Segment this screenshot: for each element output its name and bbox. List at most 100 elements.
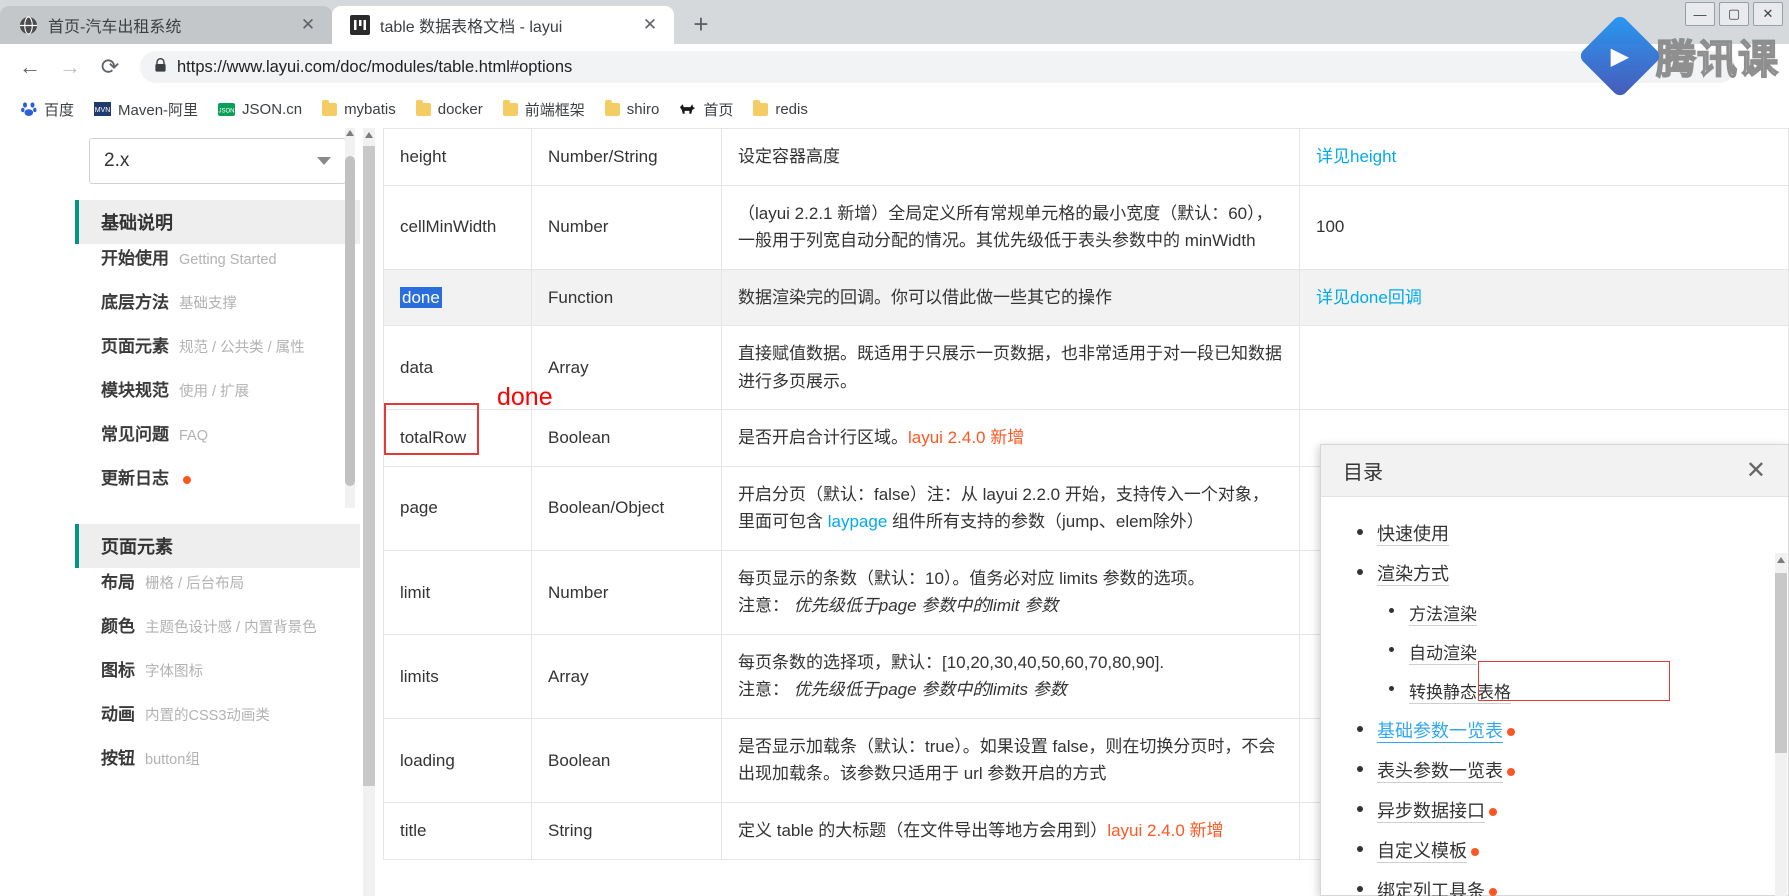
toc-item[interactable]: 自定义模板	[1321, 830, 1788, 870]
toc-item[interactable]: 基础参数一览表	[1321, 710, 1788, 750]
nav-item-label: 开始使用	[101, 249, 169, 268]
inline-link[interactable]: laypage	[828, 512, 888, 531]
sidebar-item-animation[interactable]: 动画 内置的CSS3动画类	[75, 700, 360, 744]
forward-icon[interactable]: →	[52, 49, 88, 85]
desc-text: 注意：	[738, 596, 794, 616]
minimize-button[interactable]: —	[1685, 2, 1715, 26]
toc-item[interactable]: 表头参数一览表	[1321, 750, 1788, 790]
close-window-button[interactable]: ✕	[1753, 2, 1783, 26]
toc-title: 目录	[1343, 462, 1383, 484]
toc-item[interactable]: 自动渲染	[1321, 632, 1788, 671]
close-icon[interactable]: ✕	[640, 15, 660, 35]
watermark-text: 腾讯课	[1655, 37, 1779, 83]
selected-text: done	[400, 286, 442, 308]
param-extra-cell: 详见height	[1299, 128, 1789, 186]
toc-item[interactable]: 方法渲染	[1321, 593, 1788, 632]
maximize-button[interactable]: ▢	[1719, 2, 1749, 26]
bookmark-shiro[interactable]: shiro	[597, 98, 668, 121]
bookmark-home[interactable]: 首页	[671, 96, 741, 123]
nav-item-label: 模块规范	[101, 381, 169, 400]
sidebar-item-icon[interactable]: 图标 字体图标	[75, 656, 360, 700]
desc-text: 组件所有支持的参数（jump、elem除外）	[887, 512, 1204, 532]
reload-icon[interactable]: ⟳	[92, 49, 128, 85]
browser-tab-2[interactable]: table 数据表格文档 - layui ✕	[332, 6, 674, 44]
sidebar-scrollbar[interactable]	[345, 128, 355, 508]
param-type-cell: Array	[531, 633, 722, 719]
toc-item-label: 快速使用	[1377, 524, 1449, 546]
scrollbar-thumb[interactable]	[345, 156, 355, 486]
address-bar[interactable]: https://www.layui.com/doc/modules/table.…	[140, 51, 1735, 83]
param-type-cell: Number/String	[531, 128, 722, 186]
param-name-cell: limit	[383, 549, 532, 635]
bookmark-label: shiro	[626, 100, 660, 118]
param-desc-cell: 直接赋值数据。既适用于只展示一页数据，也非常适用于对一段已知数据进行多页展示。	[721, 325, 1300, 411]
nav-group-title[interactable]: 基础说明	[75, 200, 360, 244]
bookmark-redis[interactable]: redis	[745, 98, 816, 121]
bookmark-frontend[interactable]: 前端框架	[495, 96, 593, 123]
scroll-up-arrow-icon[interactable]	[1777, 557, 1785, 563]
scroll-up-arrow-icon[interactable]	[365, 132, 373, 138]
param-desc-cell: 每页条数的选择项，默认：[10,20,30,40,50,60,70,80,90]…	[721, 633, 1300, 719]
bookmark-label: 百度	[44, 101, 75, 119]
param-name-cell: cellMinWidth	[383, 184, 532, 270]
nav-item-sub: 使用 / 扩展	[179, 384, 250, 400]
detail-link[interactable]: 详见done回调	[1316, 288, 1422, 307]
toc-item[interactable]: 快速使用	[1321, 513, 1788, 553]
tab-strip: 首页-汽车出租系统 ✕ table 数据表格文档 - layui ✕ + — ▢…	[0, 0, 1789, 44]
sidebar-item-color[interactable]: 颜色 主题色设计感 / 内置背景色	[75, 612, 360, 656]
toc-item-label: 转换静态表格	[1409, 683, 1511, 704]
toc-item[interactable]: 绑定列工具条	[1321, 870, 1788, 896]
sidebar-item-page-elements[interactable]: 页面元素 规范 / 公共类 / 属性	[75, 332, 360, 376]
version-badge: layui 2.4.0 新增	[1107, 820, 1224, 840]
toc-item[interactable]: 渲染方式	[1321, 553, 1788, 593]
desc-text: 是否开启合计行区域。	[738, 428, 908, 448]
main-scrollbar[interactable]	[363, 128, 375, 896]
version-badge: layui 2.4.0 新增	[908, 428, 1025, 448]
desc-text: 是否显示加载条（默认：true）。如果设置 false，则在切换分页时，不会出现…	[738, 736, 1276, 784]
close-icon[interactable]: ✕	[298, 15, 318, 35]
nav-item-sub: 基础支撑	[179, 296, 237, 312]
nav-group-title[interactable]: 页面元素	[75, 524, 360, 568]
new-tab-button[interactable]: +	[684, 7, 718, 41]
param-extra-cell: 详见done回调	[1299, 268, 1789, 327]
nav-item-sub: Getting Started	[179, 252, 277, 268]
scroll-up-arrow-icon[interactable]	[346, 130, 354, 136]
sidebar-item-module-spec[interactable]: 模块规范 使用 / 扩展	[75, 376, 360, 420]
close-icon[interactable]: ✕	[1746, 458, 1766, 483]
desc-text: 注意：	[738, 680, 794, 700]
bookmark-json[interactable]: JSON JSON.cn	[210, 98, 310, 121]
sidebar-item-faq[interactable]: 常见问题 FAQ	[75, 420, 360, 464]
sidebar-item-getting-started[interactable]: 开始使用 Getting Started	[75, 244, 360, 288]
browser-window: 首页-汽车出租系统 ✕ table 数据表格文档 - layui ✕ + — ▢…	[0, 0, 1789, 896]
sidebar-item-button[interactable]: 按钮 button组	[75, 744, 360, 788]
toc-item-label: 方法渲染	[1409, 605, 1477, 626]
browser-tab-1[interactable]: 首页-汽车出租系统 ✕	[0, 6, 332, 44]
toc-item[interactable]: 转换静态表格	[1321, 671, 1788, 710]
sidebar-item-changelog[interactable]: 更新日志	[75, 464, 360, 508]
toc-scrollbar[interactable]	[1775, 553, 1787, 896]
scrollbar-thumb[interactable]	[363, 146, 375, 786]
doc-sidebar: 2.x 基础说明 开始使用 Getting Started 底层方法 基础支撑 …	[75, 128, 360, 896]
toc-item[interactable]: 异步数据接口	[1321, 790, 1788, 830]
bookmark-docker[interactable]: docker	[408, 98, 491, 121]
toc-item-label: 异步数据接口	[1377, 801, 1485, 823]
param-type-cell: Boolean/Object	[531, 465, 722, 551]
version-select[interactable]: 2.x	[89, 138, 346, 184]
sidebar-item-low-level[interactable]: 底层方法 基础支撑	[75, 288, 360, 332]
toc-panel: 目录 ✕ 快速使用渲染方式方法渲染自动渲染转换静态表格基础参数一览表表头参数一览…	[1320, 444, 1789, 896]
nav-group-basics: 基础说明 开始使用 Getting Started 底层方法 基础支撑 页面元素…	[75, 200, 360, 508]
toc-item-label: 表头参数一览表	[1377, 761, 1503, 783]
url-text: https://www.layui.com/doc/modules/table.…	[177, 57, 573, 76]
default-value: 100	[1316, 217, 1345, 237]
detail-link[interactable]: 详见height	[1316, 147, 1396, 166]
table-row: height Number/String 设定容器高度 详见height	[383, 128, 1789, 186]
bookmark-baidu[interactable]: 百度	[12, 96, 82, 123]
sidebar-item-layout[interactable]: 布局 栅格 / 后台布局	[75, 568, 360, 612]
nav-item-label: 图标	[101, 661, 135, 680]
scrollbar-thumb[interactable]	[1775, 573, 1787, 753]
bookmark-mybatis[interactable]: mybatis	[314, 98, 404, 121]
desc-text: 每页条数的选择项，默认：[10,20,30,40,50,60,70,80,90]…	[738, 652, 1165, 672]
bookmark-maven[interactable]: MVN Maven-阿里	[86, 96, 206, 123]
back-icon[interactable]: ←	[12, 49, 48, 85]
param-name-cell: page	[383, 465, 532, 551]
